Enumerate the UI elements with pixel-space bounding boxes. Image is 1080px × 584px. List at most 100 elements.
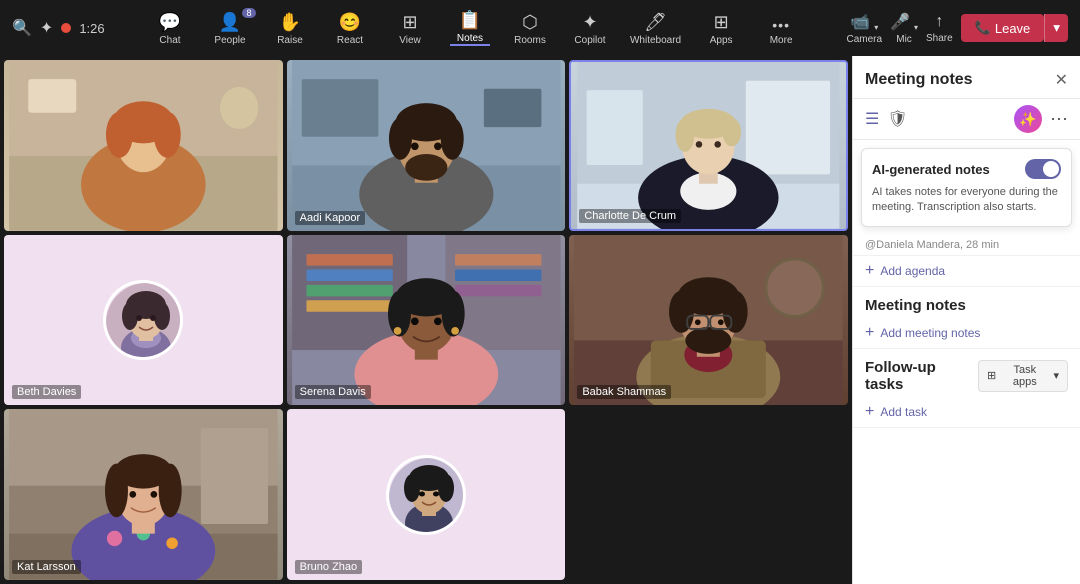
video-cell-aadi: Aadi Kapoor <box>287 60 566 231</box>
nav-bar: 💬 Chat 👤 8 People ✋ Raise 😊 React ⊞ View… <box>150 10 801 46</box>
camera-control[interactable]: 📹 ▾ Camera <box>846 12 882 45</box>
mic-chevron[interactable]: ▾ <box>914 23 918 32</box>
ai-magic-icon[interactable]: ✨ <box>1014 105 1042 133</box>
panel-title: Meeting notes <box>865 71 973 89</box>
video-cell-beth: Beth Davies <box>4 235 283 406</box>
panel-header: Meeting notes ✕ <box>853 56 1080 99</box>
copilot-icon: ✦ <box>582 12 597 33</box>
bruno-avatar <box>386 455 466 535</box>
mic-icon: 🎤 <box>890 12 910 32</box>
people-badge: 8 <box>242 8 256 18</box>
task-apps-label: Task apps <box>1000 364 1049 388</box>
more-options-icon[interactable]: ⋯ <box>1050 109 1068 130</box>
camera-label: Camera <box>846 34 882 45</box>
mic-control[interactable]: 🎤 ▾ Mic <box>890 12 918 45</box>
chat-label: Chat <box>159 35 180 46</box>
video-cell-empty <box>569 409 848 580</box>
people-icon: 👤 <box>219 12 241 33</box>
video-grid: Aadi Kapoor <box>0 56 852 584</box>
plus-icon: + <box>865 262 874 280</box>
close-panel-button[interactable]: ✕ <box>1055 70 1068 90</box>
add-meeting-notes-button[interactable]: + Add meeting notes <box>865 324 1068 342</box>
video-cell-kat: Kat Larsson <box>4 409 283 580</box>
video-cell-serena: Serena Davis <box>287 235 566 406</box>
people-label: People <box>214 35 245 46</box>
add-meeting-notes-label: Add meeting notes <box>880 326 980 340</box>
nav-rooms[interactable]: ⬡ Rooms <box>510 12 550 46</box>
leave-button[interactable]: 📞 Leave <box>961 14 1045 42</box>
leave-label: Leave <box>995 21 1030 36</box>
video-cell-babak: Babak Shammas <box>569 235 848 406</box>
chat-icon: 💬 <box>159 12 181 33</box>
share-icon: ↑ <box>935 13 943 31</box>
nav-raise[interactable]: ✋ Raise <box>270 12 310 46</box>
share-control[interactable]: ↑ Share <box>926 13 953 44</box>
meeting-notes-section-title: Meeting notes <box>853 287 1080 318</box>
task-apps-chevron: ▾ <box>1053 369 1059 382</box>
camera-icon: 📹 <box>850 12 870 32</box>
participant-name-bruno: Bruno Zhao <box>295 560 362 574</box>
participant-name-serena: Serena Davis <box>295 385 371 399</box>
nav-react[interactable]: 😊 React <box>330 12 370 46</box>
react-icon: 😊 <box>339 12 361 33</box>
participant-name-charlotte: Charlotte De Crum <box>579 209 681 223</box>
share-label: Share <box>926 33 953 44</box>
participant-name-aadi: Aadi Kapoor <box>295 211 366 225</box>
self-video <box>4 60 283 231</box>
more-icon: ••• <box>772 17 790 33</box>
nav-more[interactable]: ••• More <box>761 17 801 46</box>
plus-icon-notes: + <box>865 324 874 342</box>
top-bar-right: 📹 ▾ Camera 🎤 ▾ Mic ↑ Share 📞 Leave ▾ <box>846 12 1068 45</box>
add-agenda-label: Add agenda <box>880 264 945 278</box>
camera-chevron[interactable]: ▾ <box>874 23 878 32</box>
nav-notes[interactable]: 📋 Notes <box>450 10 490 46</box>
top-bar-left: 🔍 ✦ 1:26 <box>12 18 105 38</box>
view-icon: ⊞ <box>402 12 417 33</box>
top-bar: 🔍 ✦ 1:26 💬 Chat 👤 8 People ✋ Raise 😊 Rea… <box>0 0 1080 56</box>
notes-label: Notes <box>457 33 483 44</box>
call-timer: 1:26 <box>79 21 104 36</box>
rooms-icon: ⬡ <box>522 12 538 33</box>
search-icon[interactable]: 🔍 <box>12 18 32 38</box>
whiteboard-icon: 🖊 <box>644 12 667 33</box>
nav-people[interactable]: 👤 8 People <box>210 12 250 46</box>
more-label: More <box>770 35 793 46</box>
followup-header: Follow-up tasks ⊞ Task apps ▾ <box>853 349 1080 397</box>
video-cell-charlotte: Charlotte De Crum <box>569 60 848 231</box>
agenda-hint: @Daniela Mandera, 28 min <box>853 235 1080 256</box>
panel-toolbar: ☰ 🛡 ✨ ⋯ <box>853 99 1080 140</box>
effects-icon[interactable]: ✦ <box>40 18 53 38</box>
view-label: View <box>399 35 421 46</box>
whiteboard-label: Whiteboard <box>630 35 681 46</box>
participant-name-beth: Beth Davies <box>12 385 81 399</box>
react-label: React <box>337 35 363 46</box>
add-agenda-button[interactable]: + Add agenda <box>865 262 1068 280</box>
rooms-label: Rooms <box>514 35 546 46</box>
nav-copilot[interactable]: ✦ Copilot <box>570 12 610 46</box>
copilot-label: Copilot <box>574 35 605 46</box>
ai-popup-header: AI-generated notes <box>872 159 1061 179</box>
beth-avatar <box>103 280 183 360</box>
add-meeting-notes-section: + Add meeting notes <box>853 318 1080 349</box>
nav-chat[interactable]: 💬 Chat <box>150 12 190 46</box>
mic-label: Mic <box>896 34 912 45</box>
task-apps-icon: ⊞ <box>987 369 996 382</box>
nav-whiteboard[interactable]: 🖊 Whiteboard <box>630 12 681 46</box>
shield-icon[interactable]: 🛡 <box>887 109 907 129</box>
add-task-button[interactable]: + Add task <box>865 403 1068 421</box>
followup-title: Follow-up tasks <box>865 359 978 393</box>
leave-dropdown-button[interactable]: ▾ <box>1044 14 1068 42</box>
video-cell-self <box>4 60 283 231</box>
raise-icon: ✋ <box>279 12 301 33</box>
participant-name-babak: Babak Shammas <box>577 385 671 399</box>
nav-view[interactable]: ⊞ View <box>390 12 430 46</box>
ai-notes-toggle[interactable] <box>1025 159 1061 179</box>
plus-icon-task: + <box>865 403 874 421</box>
main-content: Aadi Kapoor <box>0 56 1080 584</box>
nav-apps[interactable]: ⊞ Apps <box>701 12 741 46</box>
video-cell-bruno: Bruno Zhao <box>287 409 566 580</box>
notes-tab-icon[interactable]: ☰ <box>865 109 879 129</box>
notes-icon: 📋 <box>459 10 481 31</box>
apps-icon: ⊞ <box>714 12 729 33</box>
task-apps-button[interactable]: ⊞ Task apps ▾ <box>978 360 1068 392</box>
